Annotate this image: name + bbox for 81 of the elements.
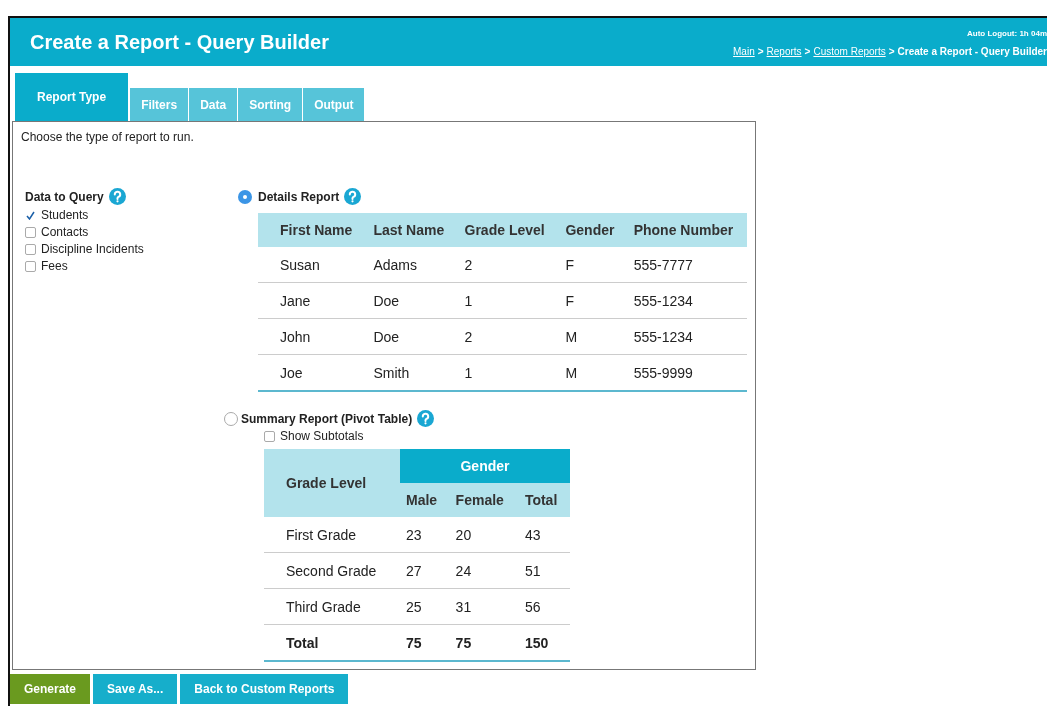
table-cell: Doe xyxy=(365,318,457,355)
table-cell: Second Grade xyxy=(264,552,400,589)
group-header: Gender xyxy=(400,449,570,483)
action-button[interactable]: Save As... xyxy=(93,674,178,704)
tab[interactable]: Data xyxy=(189,88,239,121)
checkbox[interactable] xyxy=(264,430,275,442)
column-header: Female xyxy=(449,483,519,517)
breadcrumb-separator: > xyxy=(804,46,811,57)
checkbox-label: Show Subtotals xyxy=(280,429,364,443)
column-header: First Name xyxy=(258,213,366,247)
table-cell: 27 xyxy=(400,552,450,589)
table-cell: 75 xyxy=(449,624,519,661)
column-header: Gender xyxy=(557,213,626,247)
tab[interactable]: Filters xyxy=(130,88,190,121)
breadcrumb-current: Create a Report - Query Builder xyxy=(897,46,1047,57)
table-cell: Susan xyxy=(258,247,366,283)
table-cell: Total xyxy=(264,624,400,661)
table-cell: Joe xyxy=(258,354,366,391)
row-header: Grade Level xyxy=(264,449,400,517)
column-header: Total xyxy=(518,483,570,517)
checkbox[interactable] xyxy=(25,243,36,255)
table-cell: John xyxy=(258,318,366,355)
table-cell: 555-1234 xyxy=(625,282,747,319)
table-cell: 24 xyxy=(449,552,519,589)
table-cell: 56 xyxy=(518,588,570,625)
tab[interactable]: Sorting xyxy=(238,88,304,121)
table-cell: F xyxy=(557,247,626,283)
page-title: Create a Report - Query Builder xyxy=(30,30,329,54)
checkbox[interactable] xyxy=(25,260,36,272)
table-cell: 51 xyxy=(518,552,570,589)
table-cell: 2 xyxy=(456,247,558,283)
column-header: Grade Level xyxy=(456,213,558,247)
table-cell: Doe xyxy=(365,282,457,319)
table-cell: 1 xyxy=(456,282,558,319)
radio-label: Details Report xyxy=(258,189,340,204)
help-icon[interactable] xyxy=(417,410,435,427)
auto-logout-text: Auto Logout: 1h 04m xyxy=(967,29,1047,38)
checkbox-label: Students xyxy=(41,208,89,222)
table-cell: First Grade xyxy=(264,517,400,553)
action-button[interactable]: Back to Custom Reports xyxy=(180,674,349,704)
generate-button[interactable]: Generate xyxy=(10,674,91,704)
radio-button[interactable] xyxy=(238,189,252,204)
table-cell: 555-9999 xyxy=(625,354,747,391)
table-cell: 25 xyxy=(400,588,450,625)
table-cell: 2 xyxy=(456,318,558,355)
tab[interactable]: Report Type xyxy=(15,73,131,121)
table-cell: 20 xyxy=(449,517,519,553)
tab[interactable]: Output xyxy=(303,88,366,121)
radio-label: Summary Report (Pivot Table) xyxy=(241,411,413,426)
table-cell: 555-1234 xyxy=(625,318,747,355)
data-to-query-label: Data to Query xyxy=(25,189,104,204)
table-cell: Jane xyxy=(258,282,366,319)
table-cell: 31 xyxy=(449,588,519,625)
table-cell: 150 xyxy=(518,624,570,661)
table-cell: Smith xyxy=(365,354,457,391)
breadcrumb-link[interactable]: Main xyxy=(733,46,755,57)
checkbox[interactable] xyxy=(25,226,36,238)
table-cell: 75 xyxy=(400,624,450,661)
help-icon[interactable] xyxy=(108,188,126,205)
help-icon[interactable] xyxy=(344,188,362,205)
column-header: Phone Number xyxy=(625,213,747,247)
checkbox-label: Contacts xyxy=(41,225,89,239)
breadcrumb-separator: > xyxy=(757,46,764,57)
radio-button[interactable] xyxy=(224,411,238,426)
column-header: Last Name xyxy=(365,213,457,247)
table-cell: 43 xyxy=(518,517,570,553)
checkbox-label: Discipline Incidents xyxy=(41,242,144,256)
breadcrumb-link[interactable]: Reports xyxy=(766,46,802,57)
table-cell: 555-7777 xyxy=(625,247,747,283)
table-cell: 1 xyxy=(456,354,558,391)
checkbox-label: Fees xyxy=(41,259,68,273)
column-header: Male xyxy=(400,483,450,517)
table-cell: M xyxy=(557,354,626,391)
table-cell: M xyxy=(557,318,626,355)
instruction-text: Choose the type of report to run. xyxy=(21,130,195,144)
table-cell: Third Grade xyxy=(264,588,400,625)
breadcrumb-separator: > xyxy=(888,46,895,57)
table-cell: Adams xyxy=(365,247,457,283)
table-cell: 23 xyxy=(400,517,450,553)
breadcrumb-link[interactable]: Custom Reports xyxy=(813,46,886,57)
table-cell: F xyxy=(557,282,626,319)
